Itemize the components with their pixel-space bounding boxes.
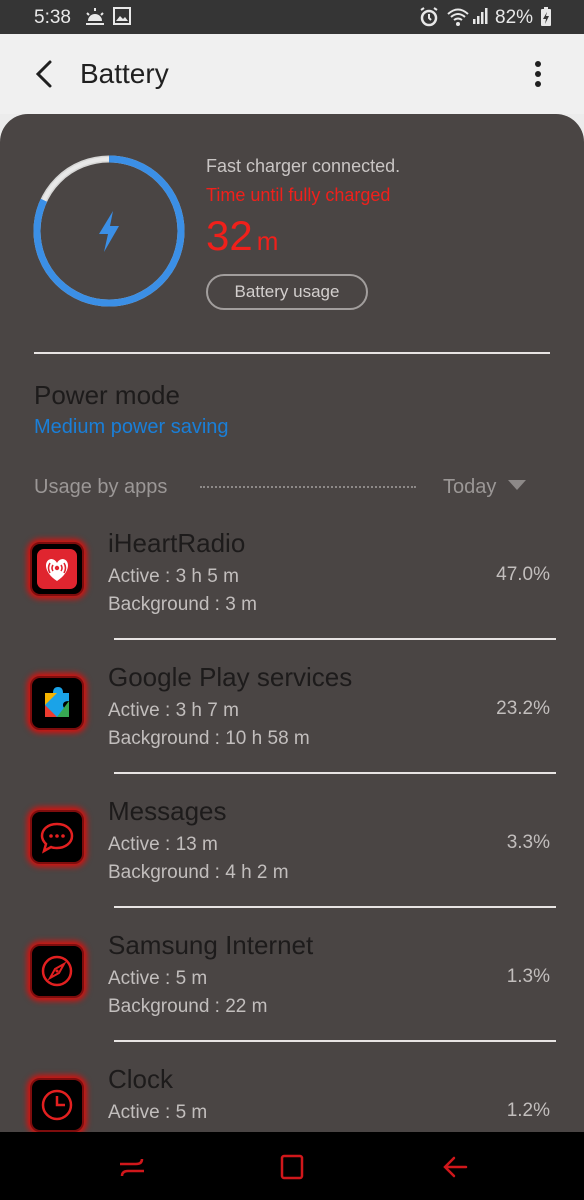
app-background-time: Background : 3 m: [108, 594, 257, 615]
recent-apps-button[interactable]: [112, 1150, 152, 1184]
app-usage-percent: 3.3%: [506, 832, 550, 853]
divider: [114, 1040, 556, 1042]
power-mode-title: Power mode: [34, 380, 180, 410]
back-button[interactable]: [28, 56, 64, 92]
app-active-time: Active : 5 m: [108, 1102, 208, 1123]
battery-usage-button[interactable]: Battery usage: [206, 274, 368, 310]
app-active-time: Active : 3 h 5 m: [108, 566, 239, 587]
app-usage-percent: 1.3%: [506, 966, 550, 987]
nav-back-button[interactable]: [436, 1150, 476, 1184]
app-active-time: Active : 3 h 7 m: [108, 700, 239, 721]
battery-level-ring: [33, 155, 185, 307]
signal-icon: [472, 6, 490, 32]
app-background-time: Background : 10 h 58 m: [108, 728, 310, 749]
time-unit: m: [256, 226, 279, 256]
dotted-divider: [200, 486, 416, 488]
app-active-time: Active : 5 m: [108, 968, 208, 989]
lightning-bolt-icon: [99, 211, 119, 252]
period-dropdown[interactable]: Today: [443, 476, 527, 504]
app-background-time: Background : 22 m: [108, 996, 268, 1017]
clock-icon: [30, 1078, 84, 1132]
image-icon: [112, 6, 132, 32]
compass-icon: [30, 944, 84, 998]
divider: [114, 906, 556, 908]
time-until-charged-value: 32 m: [206, 212, 278, 260]
more-vertical-icon: [535, 61, 541, 87]
battery-card: Fast charger connected. Time until fully…: [0, 114, 584, 1200]
weather-icon: [84, 6, 106, 34]
app-usage-percent: 23.2%: [496, 698, 550, 719]
period-value: Today: [443, 476, 497, 498]
app-name: Google Play services: [108, 662, 353, 692]
dropdown-caret-icon: [508, 480, 527, 490]
wifi-icon: [446, 6, 470, 34]
app-usage-percent: 47.0%: [496, 564, 550, 585]
app-row-iheartradio[interactable]: iHeartRadio Active : 3 h 5 m Background …: [0, 522, 584, 656]
navigation-bar: [0, 1132, 584, 1200]
app-row-samsung-internet[interactable]: Samsung Internet Active : 5 m Background…: [0, 924, 584, 1058]
app-name: iHeartRadio: [108, 528, 246, 558]
more-options-button[interactable]: [522, 56, 554, 92]
battery-percent: 82%: [495, 7, 534, 28]
iheartradio-icon: [30, 542, 84, 596]
app-active-time: Active : 13 m: [108, 834, 218, 855]
charger-status: Fast charger connected.: [206, 156, 401, 176]
app-name: Samsung Internet: [108, 930, 314, 960]
app-row-messages[interactable]: Messages Active : 13 m Background : 4 h …: [0, 790, 584, 924]
alarm-icon: [418, 6, 440, 34]
status-bar: 5:38 82%: [0, 0, 584, 34]
recent-apps-icon: [120, 1158, 144, 1177]
chevron-left-icon: [35, 60, 52, 88]
app-bar: Battery: [0, 34, 584, 114]
home-button[interactable]: [272, 1150, 312, 1184]
time-number: 32: [206, 212, 253, 259]
page-title: Battery: [80, 58, 169, 89]
app-background-time: Background : 4 h 2 m: [108, 862, 289, 883]
chat-bubble-icon: [30, 810, 84, 864]
time-until-charged-label: Time until fully charged: [206, 185, 391, 205]
app-name: Messages: [108, 796, 227, 826]
divider: [114, 772, 556, 774]
app-usage-percent: 1.2%: [506, 1100, 550, 1121]
battery-charging-icon: [540, 6, 552, 34]
app-name: Clock: [108, 1064, 174, 1094]
home-icon: [280, 1154, 304, 1180]
divider: [34, 352, 550, 354]
puzzle-icon: [30, 676, 84, 730]
divider: [114, 638, 556, 640]
back-arrow-icon: [443, 1156, 468, 1178]
app-row-google-play-services[interactable]: Google Play services Active : 3 h 7 m Ba…: [0, 656, 584, 790]
usage-by-apps-label: Usage by apps: [34, 476, 168, 498]
status-time: 5:38: [34, 7, 71, 28]
power-mode-value: Medium power saving: [34, 416, 229, 438]
